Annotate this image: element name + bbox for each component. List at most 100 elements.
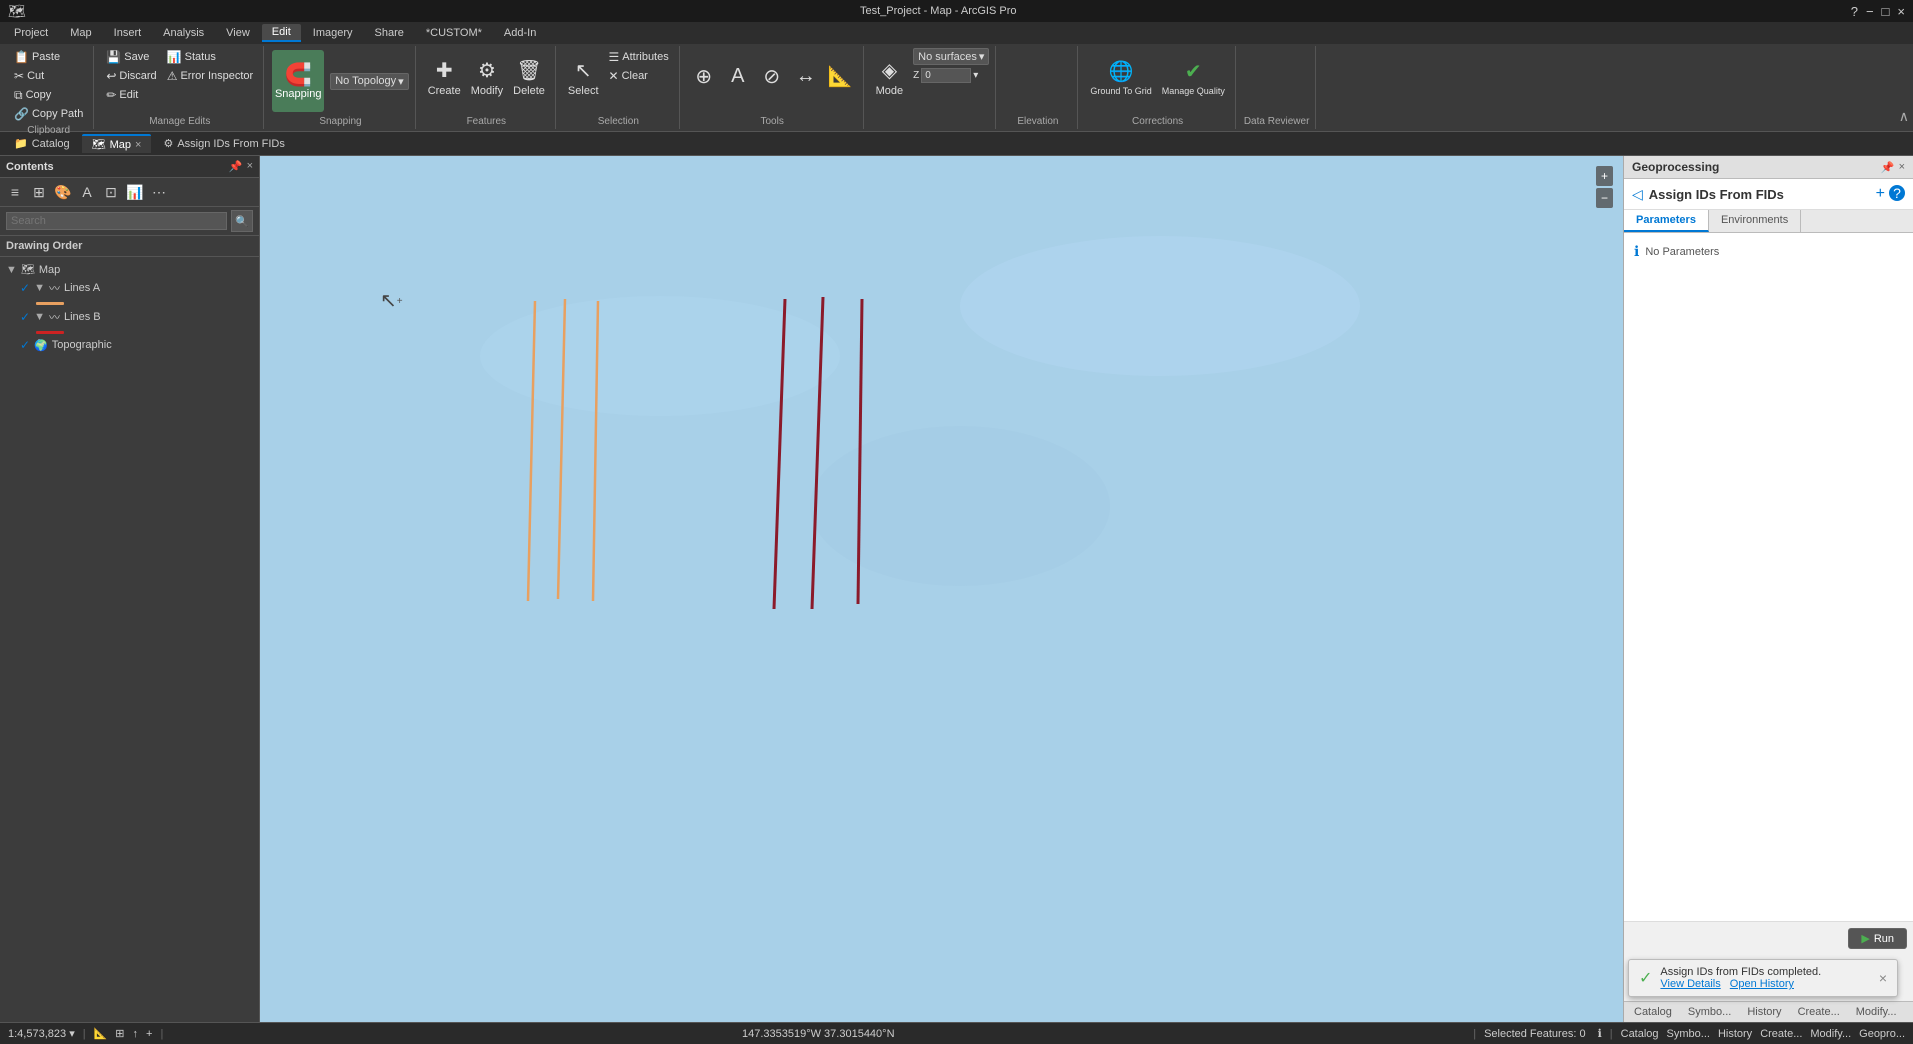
layer-lines-b[interactable]: ✓ ▼ 〰 Lines B: [0, 307, 259, 327]
geo-close-icon[interactable]: ×: [1899, 161, 1905, 174]
select-button[interactable]: ↖ Select: [564, 48, 603, 106]
mode-button[interactable]: ◈ Mode: [872, 48, 908, 106]
copy-path-button[interactable]: 🔗 Copy Path: [10, 105, 87, 123]
close-btn[interactable]: ×: [1897, 4, 1905, 19]
map-zoom-btn[interactable]: +: [146, 1028, 152, 1040]
more-btn[interactable]: ⋯: [148, 181, 170, 203]
geo-pin-icon[interactable]: 📌: [1881, 161, 1895, 174]
bottom-tab-modify[interactable]: Modify...: [1850, 1004, 1903, 1020]
run-icon: ▶: [1861, 932, 1869, 945]
zoom-in-btn[interactable]: +: [1596, 166, 1613, 186]
map-area[interactable]: ↖+ + −: [260, 156, 1623, 1022]
paste-button[interactable]: 📋 Paste: [10, 48, 87, 66]
tab-project[interactable]: Project: [4, 25, 58, 41]
cut-button[interactable]: ✂ Cut: [10, 67, 87, 85]
layer-topographic[interactable]: ✓ 🌍 Topographic: [0, 336, 259, 354]
bottom-status-symbo[interactable]: Symbo...: [1667, 1028, 1710, 1040]
add-layer-btn[interactable]: ⊞: [28, 181, 50, 203]
tool2-button[interactable]: Α: [722, 48, 754, 106]
lines-a-layer-icon: 〰: [49, 280, 60, 296]
bottom-tab-create[interactable]: Create...: [1792, 1004, 1846, 1020]
layer-map[interactable]: ▼ 🗺 Map: [0, 261, 259, 278]
tab-custom[interactable]: *CUSTOM*: [416, 25, 492, 41]
map-units-btn[interactable]: 📐: [94, 1027, 108, 1040]
tab-addin[interactable]: Add-In: [494, 25, 546, 41]
contents-close-icon[interactable]: ×: [247, 160, 253, 173]
tab-map-doc[interactable]: 🗺 Map ×: [82, 134, 152, 153]
view-details-link[interactable]: View Details: [1660, 978, 1720, 990]
label-btn[interactable]: Α: [76, 181, 98, 203]
mode-icon: ◈: [882, 58, 897, 83]
tool3-button[interactable]: ⊘: [756, 48, 788, 106]
bottom-tab-geopro[interactable]: Geopro...: [1907, 1004, 1913, 1020]
no-params-row: ℹ No Parameters: [1634, 243, 1903, 260]
notif-close-icon[interactable]: ×: [1879, 970, 1887, 986]
symbology-btn[interactable]: 🎨: [52, 181, 74, 203]
map-tab-close[interactable]: ×: [135, 139, 141, 151]
ribbon-expand-icon[interactable]: ∧: [1899, 108, 1909, 125]
minimize-btn[interactable]: −: [1866, 4, 1874, 19]
bottom-tab-history[interactable]: History: [1741, 1004, 1787, 1020]
no-surfaces-dropdown[interactable]: No surfaces ▾: [913, 48, 989, 65]
geo-help-icon[interactable]: ?: [1889, 185, 1905, 201]
chart-btn[interactable]: 📊: [124, 181, 146, 203]
ground-to-grid-button[interactable]: 🌐 Ground To Grid: [1086, 48, 1155, 106]
tab-insert[interactable]: Insert: [104, 25, 152, 41]
maximize-btn[interactable]: □: [1882, 4, 1890, 19]
run-button[interactable]: ▶ Run: [1848, 928, 1907, 949]
tab-catalog[interactable]: 📁 Catalog: [4, 135, 80, 152]
status-button[interactable]: 📊 Status: [163, 48, 258, 66]
tab-share[interactable]: Share: [365, 25, 414, 41]
layers-list: ▼ 🗺 Map ✓ ▼ 〰 Lines A ✓ ▼ 〰 Lines B: [0, 257, 259, 358]
bottom-tab-symbo[interactable]: Symbo...: [1682, 1004, 1737, 1020]
discard-button[interactable]: ↩ Discard: [102, 67, 160, 85]
layer-order-btn[interactable]: ≡: [4, 181, 26, 203]
layer-lines-a[interactable]: ✓ ▼ 〰 Lines A: [0, 278, 259, 298]
error-inspector-button[interactable]: ⚠ Error Inspector: [163, 67, 258, 85]
copy-button[interactable]: ⧉ Copy: [10, 86, 87, 104]
geo-tab-parameters[interactable]: Parameters: [1624, 210, 1709, 232]
tool1-button[interactable]: ⊕: [688, 48, 720, 106]
topology-dropdown[interactable]: No Topology ▾: [330, 73, 408, 90]
save-edits-button[interactable]: 💾 Save: [102, 48, 160, 66]
tab-map[interactable]: Map: [60, 25, 101, 41]
tab-view[interactable]: View: [216, 25, 260, 41]
map-grid-btn[interactable]: ⊞: [115, 1027, 124, 1040]
geo-tab-environments[interactable]: Environments: [1709, 210, 1801, 232]
bottom-status-create[interactable]: Create...: [1760, 1028, 1802, 1040]
main-layout: Contents 📌 × ≡ ⊞ 🎨 Α ⊡ 📊 ⋯ 🔍 Drawing Ord…: [0, 156, 1913, 1022]
tab-imagery[interactable]: Imagery: [303, 25, 363, 41]
map-north-btn[interactable]: ↑: [133, 1028, 139, 1040]
edit-button[interactable]: ✏ Edit: [102, 86, 160, 104]
create-button[interactable]: ✚ Create: [424, 48, 465, 106]
tab-edit[interactable]: Edit: [262, 24, 301, 42]
tab-assign-ids[interactable]: ⚙ Assign IDs From FIDs: [153, 135, 294, 152]
modify-icon: ⚙: [478, 58, 496, 83]
clear-button[interactable]: ✕ Clear: [605, 67, 673, 85]
modify-button[interactable]: ⚙ Modify: [467, 48, 507, 106]
bottom-status-modify[interactable]: Modify...: [1810, 1028, 1851, 1040]
z-input[interactable]: [921, 68, 971, 83]
tool5-button[interactable]: 📐: [824, 48, 857, 106]
manage-quality-button[interactable]: ✔ Manage Quality: [1158, 48, 1229, 106]
bottom-status-geopro[interactable]: Geopro...: [1859, 1028, 1905, 1040]
bottom-tab-catalog[interactable]: Catalog: [1628, 1004, 1678, 1020]
tab-analysis[interactable]: Analysis: [153, 25, 214, 41]
attributes-button[interactable]: ☰ Attributes: [605, 48, 673, 66]
map-tab-icon: 🗺: [92, 138, 106, 151]
help-btn[interactable]: ?: [1851, 4, 1858, 19]
tool4-button[interactable]: ↔: [790, 48, 822, 106]
bottom-status-history[interactable]: History: [1718, 1028, 1752, 1040]
open-history-link[interactable]: Open History: [1730, 978, 1794, 990]
search-input[interactable]: [6, 212, 227, 230]
scale-dropdown[interactable]: 1:4,573,823 ▾: [8, 1027, 75, 1040]
contents-pin-icon[interactable]: 📌: [229, 160, 243, 173]
zoom-out-btn[interactable]: −: [1596, 188, 1613, 208]
selection-contents-btn[interactable]: ⊡: [100, 181, 122, 203]
snapping-button[interactable]: 🧲 Snapping: [272, 50, 324, 112]
geo-add-icon[interactable]: +: [1876, 185, 1885, 203]
search-button[interactable]: 🔍: [231, 210, 253, 232]
bottom-status-catalog[interactable]: Catalog: [1621, 1028, 1659, 1040]
delete-button[interactable]: 🗑 Delete: [509, 48, 549, 106]
geo-back-icon[interactable]: ◁: [1632, 186, 1643, 203]
